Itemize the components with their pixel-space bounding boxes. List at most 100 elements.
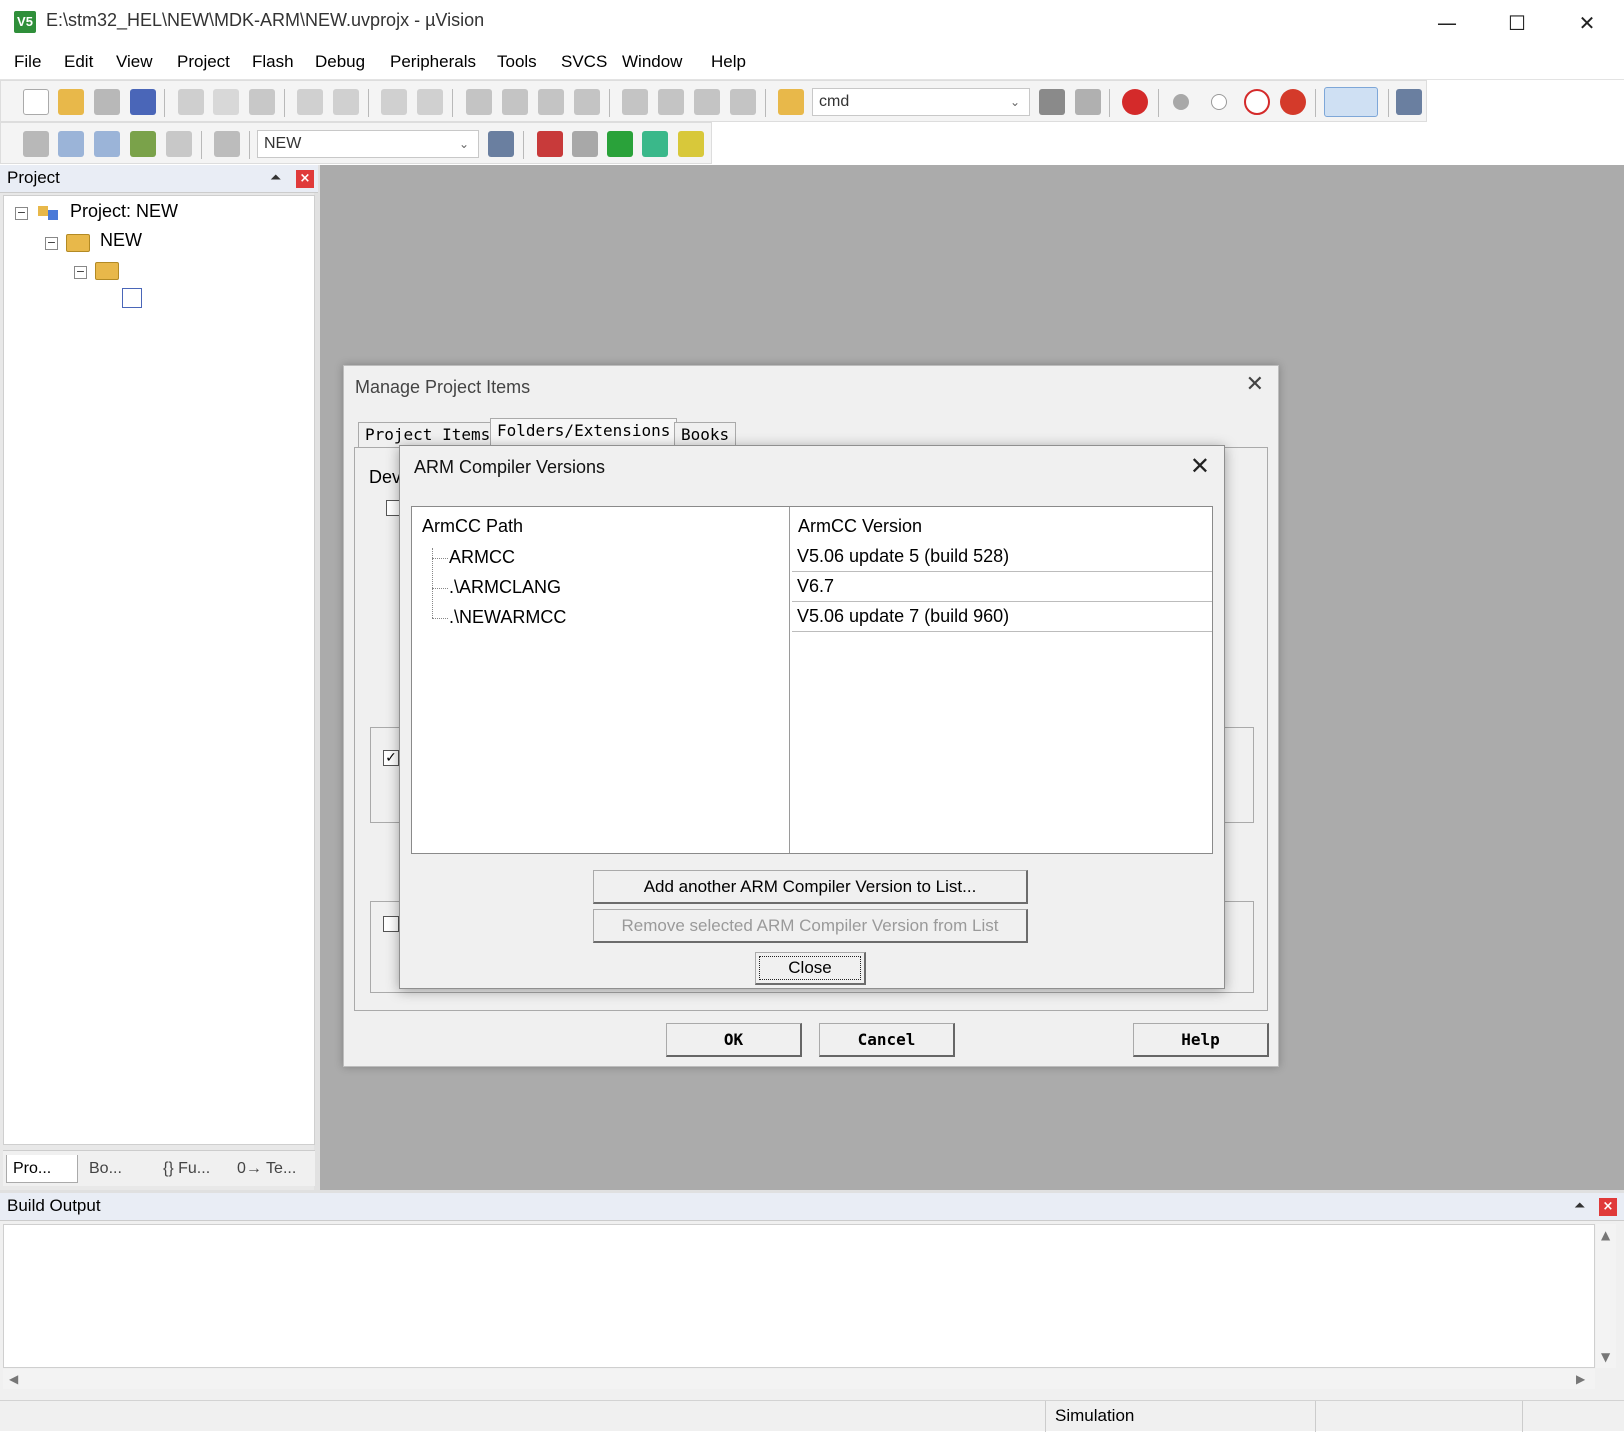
manage-multi-project-icon[interactable] (572, 131, 598, 157)
menu-debug[interactable]: Debug (315, 52, 365, 72)
scroll-down-icon[interactable]: ▼ (1601, 1350, 1610, 1364)
uncomment-icon[interactable] (730, 89, 756, 115)
compiler-path-armclang[interactable]: .\ARMCLANG (449, 577, 561, 598)
rebuild-icon[interactable] (94, 131, 120, 157)
compiler-list[interactable]: ArmCC Path ArmCC Version ARMCC .\ARMCLAN… (411, 506, 1213, 854)
menu-view[interactable]: View (116, 52, 153, 72)
cut-icon[interactable] (178, 89, 204, 115)
menu-project[interactable]: Project (177, 52, 230, 72)
clear-bookmarks-icon[interactable] (574, 89, 600, 115)
compiler-path-armcc[interactable]: ARMCC (449, 547, 515, 568)
menu-help[interactable]: Help (711, 52, 746, 72)
close-icon[interactable]: ✕ (1246, 372, 1264, 397)
copy-icon[interactable] (213, 89, 239, 115)
compiler-version-newarmcc[interactable]: V5.06 update 7 (build 960) (792, 602, 1212, 632)
indent-icon[interactable] (622, 89, 648, 115)
chevron-down-icon[interactable]: ⌄ (454, 131, 474, 157)
new-file-icon[interactable] (23, 89, 49, 115)
build-icon[interactable] (58, 131, 84, 157)
unindent-icon[interactable] (658, 89, 684, 115)
kill-all-breakpoints-icon[interactable] (1280, 89, 1306, 115)
redo-icon[interactable] (333, 89, 359, 115)
checked-checkbox[interactable]: ✓ (383, 750, 399, 766)
save-all-icon[interactable] (130, 89, 156, 115)
configure-wrench-icon[interactable] (1396, 89, 1422, 115)
menu-edit[interactable]: Edit (64, 52, 93, 72)
menu-tools[interactable]: Tools (497, 52, 537, 72)
select-software-packs-icon[interactable] (642, 131, 668, 157)
translate-icon[interactable] (23, 131, 49, 157)
close-button[interactable]: Close (755, 952, 866, 985)
pin-icon[interactable]: ⏶ (1574, 1198, 1585, 1214)
build-output-text[interactable] (3, 1224, 1595, 1368)
tab-books[interactable]: Bo... (83, 1155, 153, 1183)
save-icon[interactable] (94, 89, 120, 115)
navigate-back-icon[interactable] (381, 89, 407, 115)
source-file-icon[interactable] (122, 288, 142, 308)
menu-flash[interactable]: Flash (252, 52, 294, 72)
menu-window[interactable]: Window (622, 52, 682, 72)
scroll-up-icon[interactable]: ▲ (1601, 1228, 1610, 1242)
disable-all-breakpoints-icon[interactable] (1244, 89, 1270, 115)
pin-icon[interactable]: ⏶ (270, 170, 281, 186)
file-extensions-icon[interactable] (537, 131, 563, 157)
next-bookmark-icon[interactable] (538, 89, 564, 115)
insert-breakpoint-icon[interactable] (1173, 94, 1189, 110)
vertical-scrollbar[interactable]: ▲ ▼ (1596, 1224, 1616, 1368)
collapse-icon[interactable]: − (45, 237, 58, 250)
compiler-version-armclang[interactable]: V6.7 (792, 572, 1212, 602)
tab-templates[interactable]: 0→ Te... (231, 1155, 309, 1183)
navigate-forward-icon[interactable] (417, 89, 443, 115)
menu-peripherals[interactable]: Peripherals (390, 52, 476, 72)
find-icon[interactable] (1039, 89, 1065, 115)
help-button[interactable]: Help (1133, 1023, 1269, 1057)
pack-installer-icon[interactable] (678, 131, 704, 157)
window-layout-dropdown-icon[interactable] (1324, 87, 1378, 117)
find-in-files-icon[interactable] (778, 89, 804, 115)
menu-svcs[interactable]: SVCS (561, 52, 607, 72)
column-header-version[interactable]: ArmCC Version (798, 516, 922, 537)
add-compiler-version-button[interactable]: Add another ARM Compiler Version to List… (593, 870, 1028, 904)
collapse-icon[interactable]: − (15, 207, 28, 220)
start-debug-icon[interactable] (1122, 89, 1148, 115)
close-icon[interactable]: ✕ (1190, 452, 1210, 480)
collapse-icon[interactable]: − (74, 266, 87, 279)
tab-functions[interactable]: {} Fu... (157, 1155, 227, 1183)
maximize-button[interactable]: ☐ (1494, 6, 1540, 40)
comment-icon[interactable] (694, 89, 720, 115)
tree-root-project[interactable]: Project: NEW (70, 201, 178, 222)
batch-build-icon[interactable] (130, 131, 156, 157)
target-options-icon[interactable] (488, 131, 514, 157)
scroll-left-icon[interactable]: ◀ (9, 1372, 18, 1386)
cancel-button[interactable]: Cancel (819, 1023, 955, 1057)
menu-file[interactable]: File (14, 52, 41, 72)
chevron-down-icon[interactable]: ⌄ (1005, 89, 1025, 115)
scroll-right-icon[interactable]: ▶ (1576, 1372, 1585, 1386)
ok-button[interactable]: OK (666, 1023, 802, 1057)
checkbox[interactable] (383, 916, 399, 932)
close-pane-icon[interactable]: × (296, 170, 314, 188)
paste-icon[interactable] (249, 89, 275, 115)
incremental-find-icon[interactable] (1075, 89, 1101, 115)
manage-run-time-environment-icon[interactable] (607, 131, 633, 157)
previous-bookmark-icon[interactable] (502, 89, 528, 115)
disable-breakpoint-icon[interactable] (1211, 94, 1227, 110)
compiler-version-armcc[interactable]: V5.06 update 5 (build 528) (792, 542, 1212, 572)
tab-project[interactable]: Pro... (6, 1155, 78, 1183)
open-file-icon[interactable] (58, 89, 84, 115)
load-download-icon[interactable] (214, 131, 240, 157)
insert-bookmark-icon[interactable] (466, 89, 492, 115)
stop-build-icon[interactable] (166, 131, 192, 157)
undo-icon[interactable] (297, 89, 323, 115)
remove-compiler-version-button[interactable]: Remove selected ARM Compiler Version fro… (593, 909, 1028, 943)
horizontal-scrollbar[interactable]: ◀ ▶ (3, 1369, 1595, 1389)
compiler-path-newarmcc[interactable]: .\NEWARMCC (449, 607, 566, 628)
target-combo[interactable]: NEW ⌄ (257, 130, 479, 158)
group-folder-icon[interactable] (95, 262, 119, 280)
close-window-button[interactable]: ✕ (1564, 6, 1610, 40)
find-combo[interactable]: cmd ⌄ (812, 88, 1030, 116)
tab-folders-extensions[interactable]: Folders/Extensions (490, 418, 678, 448)
column-header-path[interactable]: ArmCC Path (422, 516, 523, 537)
minimize-button[interactable]: — (1424, 6, 1470, 40)
tree-target-new[interactable]: NEW (100, 230, 142, 251)
